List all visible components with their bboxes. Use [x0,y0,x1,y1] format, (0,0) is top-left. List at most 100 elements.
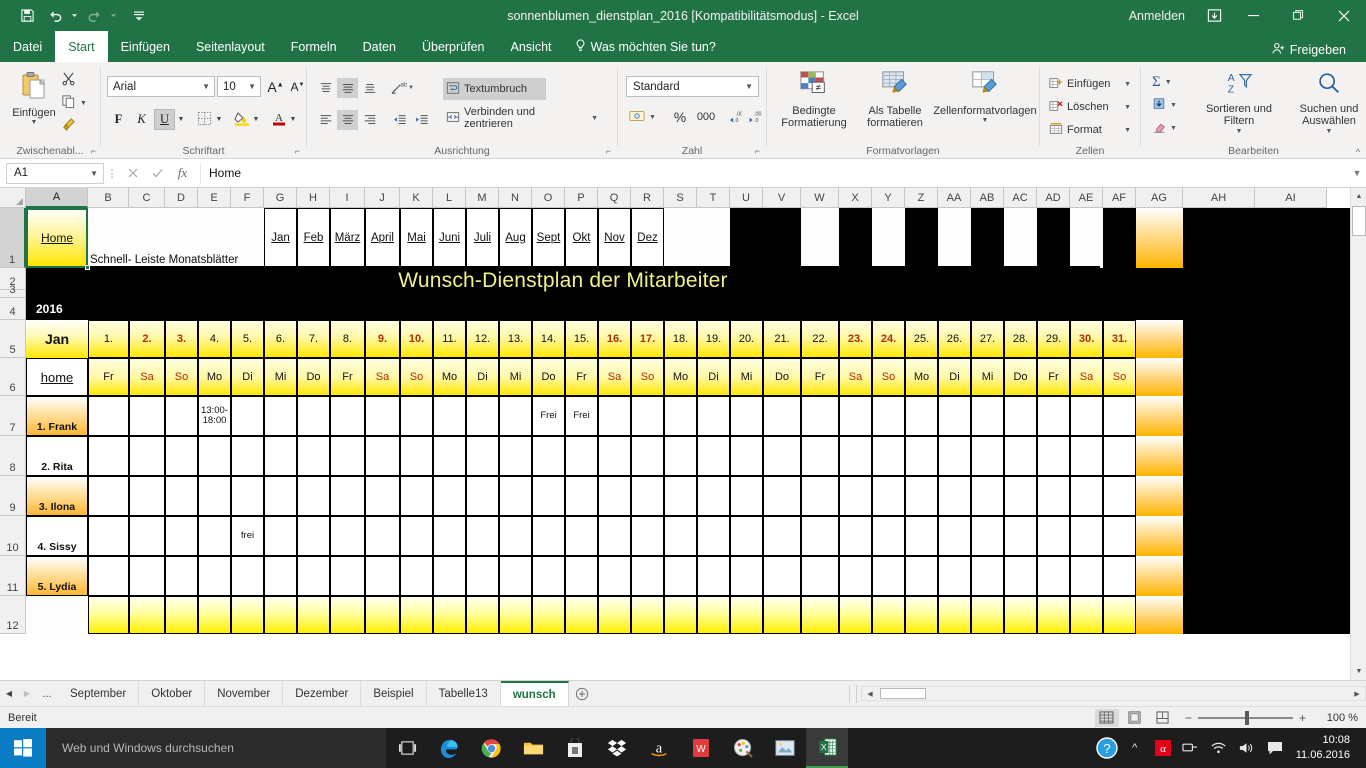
shift-cell-r10-d6[interactable] [264,516,297,556]
column-header-z[interactable]: Z [905,188,938,208]
cell-ag7-accent[interactable] [1136,396,1183,436]
footer-cell-30[interactable] [1070,596,1103,634]
date-cell-24[interactable]: 24. [872,320,905,358]
weekday-cell-19[interactable]: Di [697,358,730,396]
shift-cell-r11-d19[interactable] [697,556,730,596]
cell-a1-home-link[interactable]: Home [26,208,88,268]
footer-cell-19[interactable] [697,596,730,634]
align-middle-button[interactable] [337,78,358,98]
chevron-down-icon[interactable]: ▼ [1124,81,1131,88]
shift-cell-r10-d13[interactable] [499,516,532,556]
weekday-cell-3[interactable]: So [165,358,198,396]
sheet-tab-dezember[interactable]: Dezember [283,681,361,707]
employee-name-cell-8[interactable]: 2. Rita [26,436,88,476]
date-cell-12[interactable]: 12. [466,320,499,358]
formula-input[interactable]: Home [200,163,1348,184]
footer-cell-18[interactable] [664,596,697,634]
shift-cell-r10-d10[interactable] [400,516,433,556]
page-layout-view-button[interactable] [1123,709,1147,727]
row-header-3[interactable]: 3 [0,290,26,298]
name-box[interactable]: A1 ▼ [6,163,104,184]
weekday-cell-26[interactable]: Di [938,358,971,396]
shift-cell-r9-d17[interactable] [631,476,664,516]
cell-ae1[interactable] [1070,208,1103,268]
shift-cell-r11-d7[interactable] [297,556,330,596]
chevron-down-icon[interactable]: ▼ [982,117,989,125]
paste-button[interactable]: Einfügen ▼ [6,70,62,126]
weekday-cell-13[interactable]: Mi [499,358,532,396]
zoom-in-icon[interactable]: + [1299,711,1306,725]
shift-cell-r11-d2[interactable] [129,556,165,596]
shift-cell-r7-d12[interactable] [466,396,499,436]
shift-cell-r11-d24[interactable] [872,556,905,596]
footer-cell-24[interactable] [872,596,905,634]
column-header-m[interactable]: M [466,188,499,208]
shift-cell-r9-d25[interactable] [905,476,938,516]
cell-v1[interactable] [763,208,801,268]
shift-cell-r11-d23[interactable] [839,556,872,596]
weekday-cell-4[interactable]: Mo [198,358,231,396]
shift-cell-r9-d14[interactable] [532,476,565,516]
decrease-decimal-button[interactable]: .00.0 [744,107,764,127]
shift-cell-r9-d30[interactable] [1070,476,1103,516]
shift-cell-r10-d1[interactable] [88,516,129,556]
column-header-p[interactable]: P [565,188,598,208]
decrease-indent-button[interactable] [389,110,410,130]
zoom-thumb[interactable] [1245,711,1249,725]
split-handle[interactable] [849,685,857,703]
store-icon[interactable] [554,728,596,768]
shift-cell-r7-d26[interactable] [938,396,971,436]
row-header-5[interactable]: 5 [0,320,26,358]
confirm-entry-button[interactable] [145,163,170,184]
shift-cell-r8-d10[interactable] [400,436,433,476]
shift-cell-r11-d13[interactable] [499,556,532,596]
employee-name-cell-7[interactable]: 1. Frank [26,396,88,436]
cell-ag6-accent[interactable] [1136,358,1183,396]
shift-cell-r8-d21[interactable] [763,436,801,476]
cell-x1[interactable] [839,208,872,268]
shift-cell-r8-d6[interactable] [264,436,297,476]
shift-cell-r11-d31[interactable] [1103,556,1136,596]
shift-cell-r9-d12[interactable] [466,476,499,516]
shift-cell-r7-d10[interactable] [400,396,433,436]
cell-af1[interactable] [1103,208,1136,268]
redo-icon[interactable] [81,4,107,28]
normal-view-button[interactable] [1095,709,1119,727]
clipboard-dialog-launcher[interactable]: ⌐ [91,146,96,156]
cell-ag9-accent[interactable] [1136,476,1183,516]
format-cells-button[interactable]: Format ▼ [1046,120,1134,140]
shift-cell-r7-d22[interactable] [801,396,839,436]
month-quick-tab-juli[interactable]: Juli [466,208,499,268]
row-header-7[interactable]: 7 [0,396,26,436]
zoom-slider[interactable]: − + [1185,711,1306,725]
shift-cell-r11-d1[interactable] [88,556,129,596]
accounting-format-button[interactable]: ▼ [626,107,656,127]
date-cell-18[interactable]: 18. [664,320,697,358]
shift-cell-r7-d20[interactable] [730,396,763,436]
shift-cell-r10-d2[interactable] [129,516,165,556]
redo-dropdown-icon[interactable] [109,4,118,28]
task-view-icon[interactable] [386,728,428,768]
shift-cell-r8-d15[interactable] [565,436,598,476]
zoom-track[interactable] [1198,717,1293,719]
shift-cell-r8-d12[interactable] [466,436,499,476]
shift-cell-r9-d1[interactable] [88,476,129,516]
shift-cell-r9-d27[interactable] [971,476,1004,516]
weekday-cell-2[interactable]: Sa [129,358,165,396]
cell-y1[interactable] [872,208,905,268]
footer-cell-31[interactable] [1103,596,1136,634]
shift-cell-r10-d21[interactable] [763,516,801,556]
wrap-text-button[interactable]: Textumbruch [443,78,546,100]
shift-cell-r11-d18[interactable] [664,556,697,596]
search-taskbar-input[interactable]: Web und Windows durchsuchen [46,728,386,768]
underline-dropdown[interactable]: ▼ [175,109,187,130]
footer-cell-8[interactable] [330,596,365,634]
column-header-q[interactable]: Q [598,188,631,208]
column-header-ai[interactable]: AI [1255,188,1327,208]
column-header-x[interactable]: X [839,188,872,208]
weekday-cell-22[interactable]: Fr [801,358,839,396]
month-quick-tab-feb[interactable]: Feb [297,208,330,268]
chevron-down-icon[interactable]: ▼ [591,115,598,122]
date-cell-23[interactable]: 23. [839,320,872,358]
month-quick-tab-märz[interactable]: März [330,208,365,268]
